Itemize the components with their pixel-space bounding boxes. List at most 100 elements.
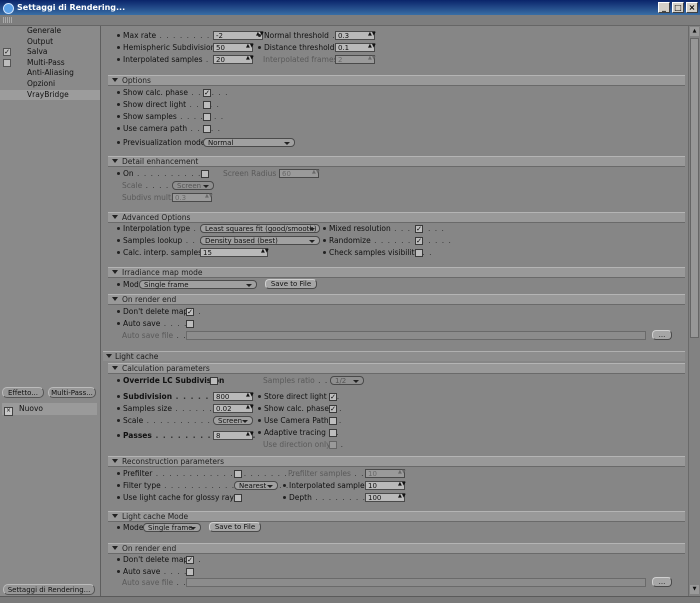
close-button[interactable]: × bbox=[686, 2, 698, 13]
irr-mode-dropdown[interactable]: Single frame bbox=[139, 280, 257, 289]
light-cache-header[interactable]: Light cache bbox=[103, 351, 685, 361]
interp-samples-field[interactable]: 20 ▲▼ bbox=[213, 55, 254, 64]
maximize-button[interactable]: □ bbox=[672, 2, 684, 13]
collapse-triangle-icon[interactable] bbox=[112, 159, 118, 163]
collapse-triangle-icon[interactable] bbox=[112, 215, 118, 219]
collapse-triangle-icon[interactable] bbox=[112, 366, 118, 370]
detail-panel-header[interactable]: Detail enhancement bbox=[108, 156, 685, 167]
effect-button[interactable]: Effetto... bbox=[2, 387, 44, 398]
scroll-up-icon[interactable]: ▲ bbox=[690, 27, 699, 36]
lc-auto-file-field[interactable] bbox=[186, 578, 646, 587]
lc-calc-panel-header[interactable]: Calculation parameters bbox=[108, 363, 685, 374]
show-samples-checkbox[interactable] bbox=[203, 113, 211, 121]
options-panel-header[interactable]: Options bbox=[108, 75, 685, 86]
normal-threshold-field[interactable]: 0.3 ▲▼ bbox=[335, 31, 376, 40]
lc-depth-field[interactable]: 100 ▲▼ bbox=[365, 493, 406, 502]
sidebar-item-multipass[interactable]: Multi-Pass bbox=[0, 58, 100, 69]
lc-mode-panel-header[interactable]: Light cache Mode bbox=[108, 511, 685, 522]
samples-ratio-dropdown[interactable]: 1/2 bbox=[330, 376, 364, 385]
multipass-checkbox[interactable] bbox=[3, 58, 11, 67]
lc-browse-button[interactable]: ... bbox=[652, 577, 672, 587]
sidebar-item-label: Output bbox=[27, 36, 54, 46]
lc-camera-path-checkbox[interactable] bbox=[329, 417, 337, 425]
scroll-thumb[interactable] bbox=[690, 38, 699, 338]
sidebar-nav: Generale Output ✓ Salva Multi-Pass Anti-A… bbox=[0, 26, 100, 101]
prefilter-samples-field[interactable]: 10 ▲▼ bbox=[365, 469, 406, 478]
sidebar-item-generale[interactable]: Generale bbox=[0, 26, 100, 37]
sidebar-item-antialiasing[interactable]: Anti-Aliasing bbox=[0, 68, 100, 79]
toolstrip bbox=[0, 15, 700, 26]
randomize-checkbox[interactable]: ✓ bbox=[415, 237, 423, 245]
lc-end-panel-header[interactable]: On render end bbox=[108, 543, 685, 554]
irr-auto-save-checkbox[interactable] bbox=[186, 320, 194, 328]
use-camera-path-checkbox[interactable] bbox=[203, 125, 211, 133]
collapse-triangle-icon[interactable] bbox=[112, 78, 118, 82]
interp-frames-field[interactable]: 2 ▲▼ bbox=[335, 55, 376, 64]
lc-scale-dropdown[interactable]: Screen bbox=[213, 416, 253, 425]
randomize-label: Randomize . . . . . . . . . . . . bbox=[323, 236, 452, 246]
previs-mode-dropdown[interactable]: Normal bbox=[203, 138, 295, 147]
distance-threshold-field[interactable]: 0.1 ▲▼ bbox=[335, 43, 376, 52]
sidebar-item-opzioni[interactable]: Opzioni bbox=[0, 79, 100, 90]
check-visibility-checkbox[interactable] bbox=[415, 249, 423, 257]
show-direct-light-checkbox[interactable] bbox=[203, 101, 211, 109]
filter-type-dropdown[interactable]: Nearest bbox=[234, 481, 278, 490]
detail-scale-dropdown[interactable]: Screen bbox=[172, 181, 214, 190]
grip-icon[interactable] bbox=[3, 17, 13, 23]
subdivs-mult-field[interactable]: 0.3 ▲▼ bbox=[172, 193, 213, 202]
prefilter-checkbox[interactable] bbox=[234, 470, 242, 478]
lc-samples-size-field[interactable]: 0.02 ▲▼ bbox=[213, 404, 254, 413]
lc-save-to-file-button[interactable]: Save to File bbox=[209, 522, 261, 532]
mixed-resolution-label: Mixed resolution . . . . . . . . bbox=[323, 224, 445, 234]
sidebar: Generale Output ✓ Salva Multi-Pass Anti-A… bbox=[0, 26, 101, 596]
sidebar-item-label: VrayBridge bbox=[27, 89, 69, 99]
lc-subdivision-field[interactable]: 800 ▲▼ bbox=[213, 392, 254, 401]
adaptive-tracing-checkbox[interactable] bbox=[329, 429, 337, 437]
collapse-triangle-icon[interactable] bbox=[112, 459, 118, 463]
samples-lookup-dropdown[interactable]: Density based (best) bbox=[200, 236, 320, 245]
irr-browse-button[interactable]: ... bbox=[652, 330, 672, 340]
preset-item[interactable]: × Nuovo bbox=[2, 403, 97, 416]
irr-save-to-file-button[interactable]: Save to File bbox=[265, 279, 317, 289]
lc-passes-field[interactable]: 8 ▲▼ bbox=[213, 431, 254, 440]
sidebar-item-output[interactable]: Output bbox=[0, 37, 100, 48]
collapse-triangle-icon[interactable] bbox=[112, 546, 118, 550]
preset-checkbox[interactable]: × bbox=[4, 407, 13, 416]
collapse-triangle-icon[interactable] bbox=[112, 514, 118, 518]
lc-auto-save-checkbox[interactable] bbox=[186, 568, 194, 576]
show-calc-phase-checkbox[interactable]: ✓ bbox=[203, 89, 211, 97]
scroll-down-icon[interactable]: ▼ bbox=[690, 585, 699, 594]
irr-mode-panel-header[interactable]: Irradiance map mode bbox=[108, 267, 685, 278]
lc-show-calc-checkbox[interactable]: ✓ bbox=[329, 405, 337, 413]
store-direct-checkbox[interactable]: ✓ bbox=[329, 393, 337, 401]
hemi-subdiv-field[interactable]: 50 ▲▼ bbox=[213, 43, 254, 52]
lc-recon-panel-header[interactable]: Reconstruction parameters bbox=[108, 456, 685, 467]
multipass-button[interactable]: Multi-Pass... bbox=[48, 387, 96, 398]
sidebar-item-vraybridge[interactable]: VrayBridge bbox=[0, 89, 100, 101]
detail-on-checkbox[interactable] bbox=[201, 170, 209, 178]
render-settings-button[interactable]: Settaggi di Rendering... bbox=[3, 584, 95, 595]
vertical-scrollbar[interactable]: ▲ ▼ bbox=[688, 26, 700, 596]
irr-end-panel-header[interactable]: On render end bbox=[108, 294, 685, 305]
collapse-triangle-icon[interactable] bbox=[106, 354, 112, 358]
lc-dont-delete-checkbox[interactable]: ✓ bbox=[186, 556, 194, 564]
interp-type-dropdown[interactable]: Least squares fit (good/smooth) bbox=[200, 224, 320, 233]
advanced-panel-header[interactable]: Advanced Options bbox=[108, 212, 685, 223]
mixed-resolution-checkbox[interactable]: ✓ bbox=[415, 225, 423, 233]
use-direction-checkbox[interactable] bbox=[329, 441, 337, 449]
minimize-button[interactable]: _ bbox=[658, 2, 670, 13]
glossy-rays-checkbox[interactable] bbox=[234, 494, 242, 502]
max-rate-field[interactable]: -2▲▼ bbox=[213, 31, 264, 40]
salva-checkbox[interactable]: ✓ bbox=[3, 48, 11, 57]
collapse-triangle-icon[interactable] bbox=[112, 270, 118, 274]
calc-interp-field[interactable]: 15 ▲▼ bbox=[200, 248, 269, 257]
irr-auto-file-field[interactable] bbox=[186, 331, 646, 340]
sidebar-item-salva[interactable]: ✓ Salva bbox=[0, 47, 100, 58]
override-subdiv-checkbox[interactable] bbox=[210, 377, 218, 385]
lc-interp-samples-field[interactable]: 10 ▲▼ bbox=[365, 481, 406, 490]
lc-mode-dropdown[interactable]: Single frame bbox=[143, 523, 201, 532]
screen-radius-field[interactable]: 60 ▲▼ bbox=[279, 169, 320, 178]
collapse-triangle-icon[interactable] bbox=[112, 297, 118, 301]
irr-dont-delete-checkbox[interactable]: ✓ bbox=[186, 308, 194, 316]
store-direct-label: Store direct light . . bbox=[258, 392, 340, 402]
